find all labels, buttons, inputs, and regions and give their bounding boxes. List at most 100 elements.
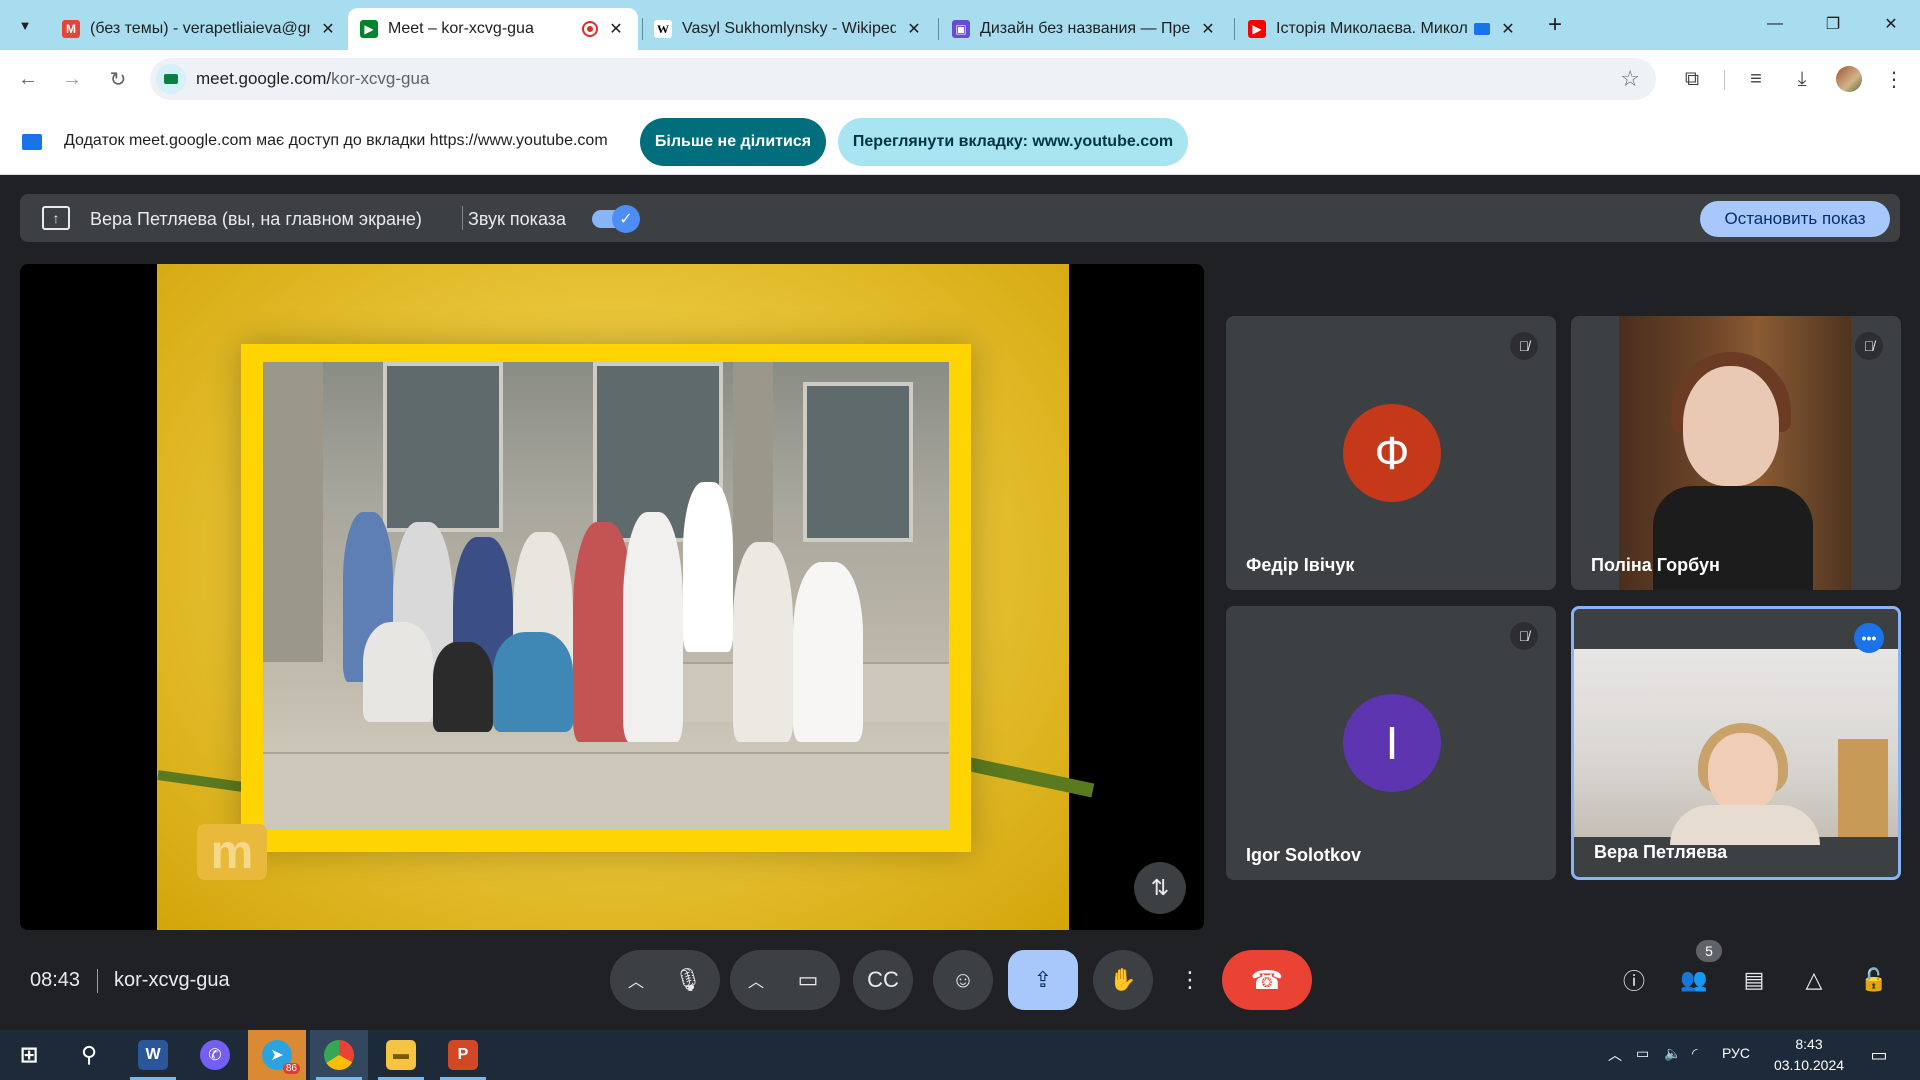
participant-avatar: I [1343,694,1441,792]
hand-icon: ✋ [1109,967,1137,992]
meeting-time: 08:43 [30,969,81,991]
mic-off-icon: 🎙̸ [1510,622,1538,650]
address-bar[interactable]: meet.google.com/kor-xcvg-gua ☆ [150,58,1656,100]
hang-up-icon: ☎ [1250,964,1284,995]
mic-button[interactable]: 🎙 [658,950,718,1010]
present-screen-icon: ↑ [42,206,70,230]
more-options-button[interactable]: ⋮ [1168,950,1212,1010]
presenter-name: Вера Петляева (вы, на главном экране) [90,209,422,229]
stop-presenting-button[interactable]: Остановить показ [1700,201,1890,237]
check-icon: ✓ [612,205,640,233]
captions-button[interactable]: CC [853,950,913,1010]
forward-arrow-icon[interactable]: → [56,63,88,95]
tray-chevron-up-icon[interactable]: ︿ [1608,1045,1622,1065]
participant-tile[interactable]: I 🎙̸ Igor Solotkov [1226,606,1556,880]
photo-frame [241,344,971,852]
tab-canva[interactable]: ▣ Дизайн без названия — През ✕ [940,8,1230,50]
browser-toolbar: ← → ↻ meet.google.com/kor-xcvg-gua ☆ ⧉ ≡… [0,50,1920,108]
taskbar-telegram[interactable]: ➤ 86 [248,1030,306,1080]
start-button[interactable]: ⊞ [0,1030,58,1080]
tab-close-icon[interactable]: ✕ [1198,19,1218,39]
tab-sharing-infobar: Додаток meet.google.com має доступ до вк… [0,108,1920,175]
participant-name: Федір Івічук [1246,555,1355,575]
network-icon[interactable]: ◜ [1692,1045,1697,1062]
viber-icon: ✆ [200,1040,230,1070]
video-settings-chevron-up-icon[interactable]: ︿ [734,950,778,1010]
presentation-bar: ↑ Вера Петляева (вы, на главном экране) … [20,194,1900,242]
leave-call-button[interactable]: ☎ [1222,950,1312,1010]
taskbar-viber[interactable]: ✆ [186,1030,244,1080]
shared-screen-stage: m ⇅ [20,264,1204,930]
taskbar-file-explorer[interactable]: ▬ [372,1030,430,1080]
stop-sharing-button[interactable]: Більше не ділитися [640,118,826,166]
tab-divider [938,18,939,40]
present-button[interactable]: ⇪ [1008,950,1078,1010]
tab-close-icon[interactable]: ✕ [1498,19,1518,39]
chrome-icon [324,1040,354,1070]
group-photo [263,362,949,830]
taskbar-powerpoint[interactable]: P [434,1030,492,1080]
extensions-icon[interactable]: ⧉ [1676,63,1708,95]
emoji-icon: ☺ [951,967,975,992]
raise-hand-button[interactable]: ✋ [1093,950,1153,1010]
new-tab-button[interactable]: + [1540,10,1570,40]
battery-icon[interactable]: ▭ [1636,1045,1649,1062]
participant-tile[interactable]: Ф 🎙̸ Федір Івічук [1226,316,1556,590]
notifications-icon[interactable]: ▭ [1864,1042,1894,1068]
tab-close-icon[interactable]: ✕ [318,19,338,39]
site-info-icon[interactable] [156,64,186,94]
people-icon[interactable]: 👥 [1672,958,1716,1002]
download-icon[interactable]: ⤓ [1786,63,1818,95]
tab-divider [642,18,643,40]
participant-tile[interactable]: 🎙̸ Поліна Горбун [1571,316,1901,590]
windows-taskbar: ⊞ ⚲ W ✆ ➤ 86 ▬ P ︿ ▭ 🔈 ◜ РУС 8:43 03.10.… [0,1030,1920,1080]
microphone-icon: 🎙 [674,967,702,992]
camera-button[interactable]: ▭ [778,950,838,1010]
tab-share-icon [22,134,42,150]
view-shared-tab-button[interactable]: Переглянути вкладку: www.youtube.com [838,118,1188,166]
media-controls-icon[interactable]: ≡ [1740,63,1772,95]
reactions-button[interactable]: ☺ [933,950,993,1010]
mic-off-icon: 🎙̸ [1855,332,1883,360]
tab-meet[interactable]: ▶ Meet – kor-xcvg-gua ✕ [348,8,638,50]
restore-icon[interactable]: ❐ [1804,0,1862,48]
present-screen-icon: ⇪ [1033,967,1053,992]
meeting-details-icon[interactable]: ⓘ [1612,958,1656,1002]
toolbar-divider [1724,70,1725,90]
system-clock[interactable]: 8:43 03.10.2024 [1754,1034,1864,1076]
tab-wikipedia[interactable]: W Vasyl Sukhomlynsky - Wikipedia ✕ [642,8,936,50]
profile-avatar[interactable] [1836,66,1862,92]
presentation-audio-toggle[interactable]: ✓ [592,205,640,233]
host-controls-icon[interactable]: 🔓 [1852,958,1896,1002]
reload-icon[interactable]: ↻ [102,63,134,95]
swap-layout-icon[interactable]: ⇅ [1134,862,1186,914]
mic-off-icon: 🎙̸ [1510,332,1538,360]
volume-icon[interactable]: 🔈 [1664,1045,1681,1062]
browser-tab-strip: ▼ M (без темы) - verapetliaieva@gm ✕ ▶ M… [0,0,1920,50]
tab-close-icon[interactable]: ✕ [606,19,626,39]
menu-kebab-icon[interactable]: ⋮ [1878,63,1910,95]
bookmark-star-icon[interactable]: ☆ [1620,66,1640,92]
window-close-icon[interactable]: ✕ [1862,0,1920,48]
presentation-bar-divider [462,206,463,230]
taskbar-word[interactable]: W [124,1030,182,1080]
folder-icon: ▬ [386,1040,416,1070]
video-frame: m [157,264,1095,930]
participant-avatar: Ф [1343,404,1441,502]
more-options-icon[interactable]: ••• [1854,623,1884,653]
tab-gmail[interactable]: M (без темы) - verapetliaieva@gm ✕ [50,8,350,50]
tab-close-icon[interactable]: ✕ [904,19,924,39]
audio-settings-chevron-up-icon[interactable]: ︿ [614,950,658,1010]
chevron-down-icon: ▼ [18,17,32,33]
youtube-icon: ▶ [1248,20,1266,38]
minimize-icon[interactable]: — [1746,0,1804,48]
tab-search-button[interactable]: ▼ [10,11,40,39]
taskbar-search-button[interactable]: ⚲ [60,1030,118,1080]
taskbar-chrome[interactable] [310,1030,368,1080]
activities-icon[interactable]: △ [1792,958,1836,1002]
chat-icon[interactable]: ▤ [1732,958,1776,1002]
back-arrow-icon[interactable]: ← [12,63,44,95]
participant-tile-self[interactable]: ••• Вера Петляева [1571,606,1901,880]
tab-youtube[interactable]: ▶ Історія Миколаєва. Микол ✕ [1236,8,1530,50]
input-language[interactable]: РУС [1722,1045,1750,1061]
